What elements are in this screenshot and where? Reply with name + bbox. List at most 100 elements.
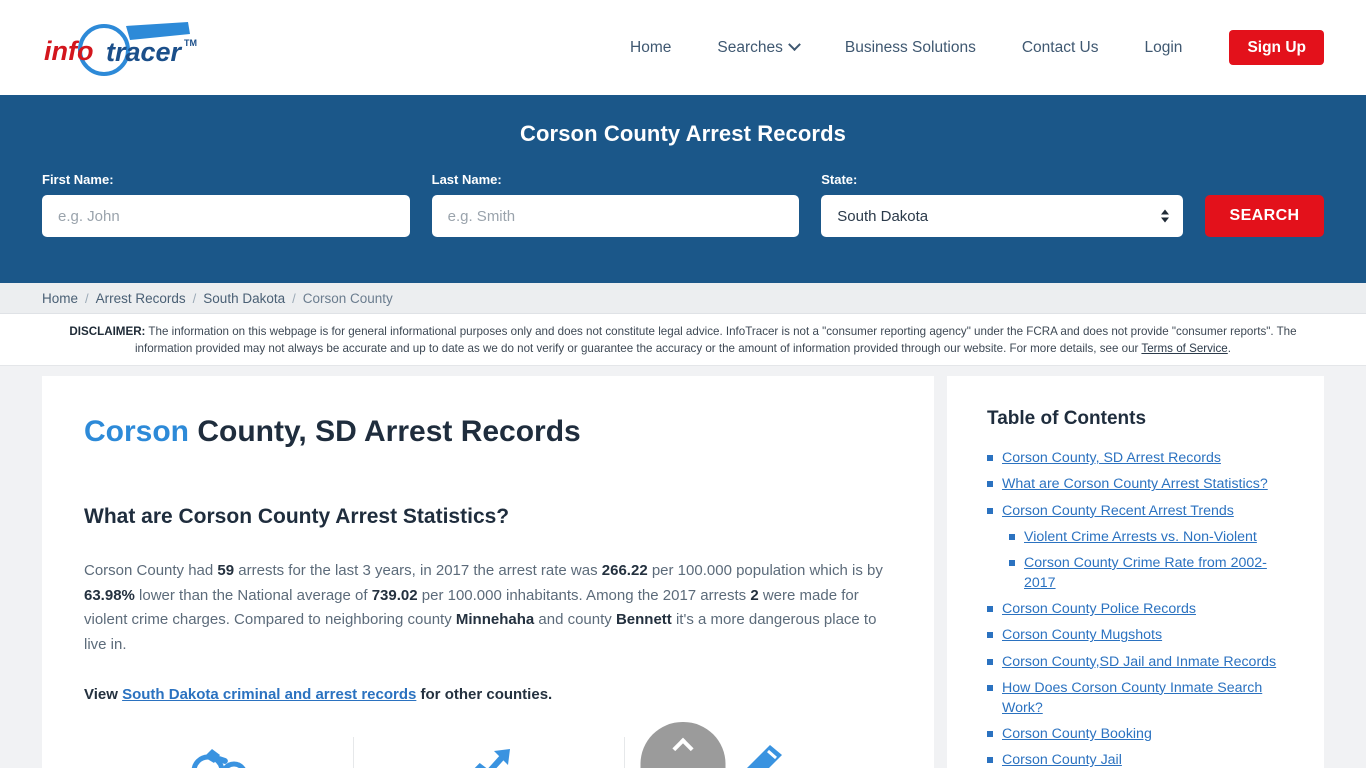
- stat-arrests-count: 59: [217, 562, 235, 580]
- state-select-wrap: South Dakota: [821, 195, 1184, 237]
- disclaimer-label: DISCLAIMER:: [69, 325, 146, 338]
- stats-text-5: per 100.000 inhabitants. Among the 2017 …: [417, 586, 751, 604]
- nav-item-login[interactable]: Login: [1122, 39, 1206, 57]
- toc-link-booking[interactable]: Corson County Booking: [1002, 724, 1152, 744]
- page-title: Corson County, SD Arrest Records: [84, 414, 894, 450]
- toc-sublist: Violent Crime Arrests vs. Non-Violent Co…: [987, 527, 1298, 593]
- toc-link-recent-arrest-trends[interactable]: Corson County Recent Arrest Trends: [1002, 501, 1234, 521]
- toc-link-mugshots[interactable]: Corson County Mugshots: [1002, 625, 1162, 645]
- south-dakota-records-link[interactable]: South Dakota criminal and arrest records: [122, 686, 416, 703]
- feature-icon-strip: [84, 737, 894, 768]
- content-area: Corson County, SD Arrest Records What ar…: [0, 366, 1366, 768]
- page-root: info tracer TM Home Searches Business So…: [0, 0, 1366, 768]
- search-button[interactable]: SEARCH: [1205, 195, 1325, 237]
- state-field-group: State: South Dakota: [821, 172, 1184, 237]
- svg-text:tracer: tracer: [106, 37, 183, 67]
- bullet-icon: [987, 632, 993, 639]
- page-title-rest: County, SD Arrest Records: [189, 415, 581, 449]
- toc-link-arrest-records[interactable]: Corson County, SD Arrest Records: [1002, 448, 1221, 468]
- toc-link-inmate-search-work[interactable]: How Does Corson County Inmate Search Wor…: [1002, 678, 1298, 718]
- state-select[interactable]: South Dakota: [821, 195, 1184, 237]
- bullet-icon: [987, 481, 993, 488]
- stats-text-4: lower than the National average of: [134, 586, 372, 604]
- trend-arrow-icon: [474, 749, 510, 768]
- toc-list: Corson County, SD Arrest Records What ar…: [987, 448, 1298, 768]
- toc-link-violent-vs-nonviolent[interactable]: Violent Crime Arrests vs. Non-Violent: [1024, 527, 1257, 547]
- feature-cell-arrest-records: [84, 737, 355, 768]
- nav-item-contact-us[interactable]: Contact Us: [999, 39, 1122, 57]
- table-of-contents-card: Table of Contents Corson County, SD Arre…: [947, 376, 1324, 768]
- view-suffix: for other counties.: [416, 686, 553, 704]
- list-item: Corson County Police Records: [987, 599, 1298, 619]
- bullet-icon: [987, 455, 993, 462]
- nav-item-home[interactable]: Home: [607, 39, 694, 57]
- stat-violent-count: 2: [750, 586, 759, 604]
- chevron-up-icon: [672, 737, 694, 759]
- first-name-field-group: First Name:: [42, 172, 410, 237]
- chevron-down-icon: [787, 38, 801, 52]
- search-band: Corson County Arrest Records First Name:…: [0, 95, 1366, 283]
- toc-link-arrest-statistics[interactable]: What are Corson County Arrest Statistics…: [1002, 474, 1268, 494]
- breadcrumb-separator: /: [85, 290, 89, 306]
- page-title-highlight: Corson: [84, 415, 189, 449]
- stats-text-7: and county: [534, 611, 616, 629]
- sign-up-button[interactable]: Sign Up: [1229, 30, 1324, 65]
- search-band-title: Corson County Arrest Records: [520, 121, 846, 146]
- toc-link-jail-inmate-records[interactable]: Corson County,SD Jail and Inmate Records: [1002, 652, 1276, 672]
- terms-of-service-link[interactable]: Terms of Service: [1141, 342, 1227, 355]
- bullet-icon: [987, 757, 993, 764]
- nav-item-login-label: Login: [1144, 38, 1183, 56]
- section-heading-arrest-statistics: What are Corson County Arrest Statistics…: [84, 505, 510, 529]
- handcuffs-icon: [191, 749, 246, 768]
- list-item: Corson County Recent Arrest Trends Viole…: [987, 501, 1298, 594]
- list-item: Corson County,SD Jail and Inmate Records: [987, 652, 1298, 672]
- breadcrumb-separator: /: [192, 290, 197, 306]
- toc-link-crime-rate-2002-2017[interactable]: Corson County Crime Rate from 2002-2017: [1024, 553, 1298, 593]
- list-item: Violent Crime Arrests vs. Non-Violent: [1009, 527, 1298, 547]
- nav-item-business-solutions[interactable]: Business Solutions: [822, 39, 999, 57]
- nav-item-business-solutions-label: Business Solutions: [844, 38, 976, 56]
- stats-text-1: Corson County had: [84, 562, 218, 580]
- list-item: Corson County Mugshots: [987, 625, 1298, 645]
- bullet-icon: [987, 731, 993, 738]
- bullet-icon: [987, 507, 993, 514]
- last-name-label: Last Name:: [431, 172, 502, 187]
- site-logo[interactable]: info tracer TM: [38, 20, 206, 76]
- breadcrumb-item-south-dakota[interactable]: South Dakota: [203, 291, 285, 306]
- list-item: Corson County Crime Rate from 2002-2017: [1009, 553, 1298, 593]
- disclaimer-text: The information on this webpage is for g…: [134, 325, 1297, 356]
- feature-cell-arrest-trends: [354, 737, 625, 768]
- bullet-icon: [987, 684, 993, 691]
- disclaimer-bar: DISCLAIMER: The information on this webp…: [0, 314, 1366, 367]
- breadcrumb: Home / Arrest Records / South Dakota / C…: [0, 283, 1366, 314]
- infotracer-logo-icon: info tracer TM: [44, 21, 197, 76]
- disclaimer-period: .: [1227, 342, 1231, 356]
- list-item: What are Corson County Arrest Statistics…: [987, 474, 1298, 494]
- main-article-card: Corson County, SD Arrest Records What ar…: [42, 376, 934, 768]
- nav-item-searches[interactable]: Searches: [694, 38, 821, 57]
- nav-item-home-label: Home: [630, 38, 672, 56]
- last-name-input[interactable]: [431, 195, 800, 237]
- list-item: Corson County Booking: [987, 724, 1298, 744]
- search-form: First Name: Last Name: State: South Dako…: [42, 172, 1325, 237]
- nav-item-contact-us-label: Contact Us: [1021, 38, 1099, 56]
- stats-text-3: per 100.000 population which is by: [647, 562, 883, 580]
- toc-link-jail[interactable]: Corson County Jail: [1002, 750, 1122, 768]
- bullet-icon: [987, 606, 993, 613]
- stat-percent-lower: 63.98%: [84, 586, 135, 604]
- state-label: State:: [821, 172, 858, 187]
- arrest-statistics-paragraph: Corson County had 59 arrests for the las…: [84, 559, 894, 657]
- stat-county-b: Bennett: [615, 611, 672, 629]
- breadcrumb-item-arrest-records[interactable]: Arrest Records: [96, 291, 186, 306]
- bullet-icon: [1009, 533, 1015, 540]
- toc-link-police-records[interactable]: Corson County Police Records: [1002, 599, 1196, 619]
- nav-item-searches-label: Searches: [717, 38, 783, 56]
- breadcrumb-item-home[interactable]: Home: [42, 291, 78, 306]
- svg-text:info: info: [44, 36, 93, 66]
- main-navigation: Home Searches Business Solutions Contact…: [607, 30, 1324, 65]
- breadcrumb-separator: /: [292, 290, 296, 306]
- first-name-input[interactable]: [42, 195, 410, 237]
- list-item: How Does Corson County Inmate Search Wor…: [987, 678, 1298, 718]
- breadcrumb-item-corson-county: Corson County: [302, 290, 393, 306]
- svg-text:TM: TM: [184, 38, 197, 48]
